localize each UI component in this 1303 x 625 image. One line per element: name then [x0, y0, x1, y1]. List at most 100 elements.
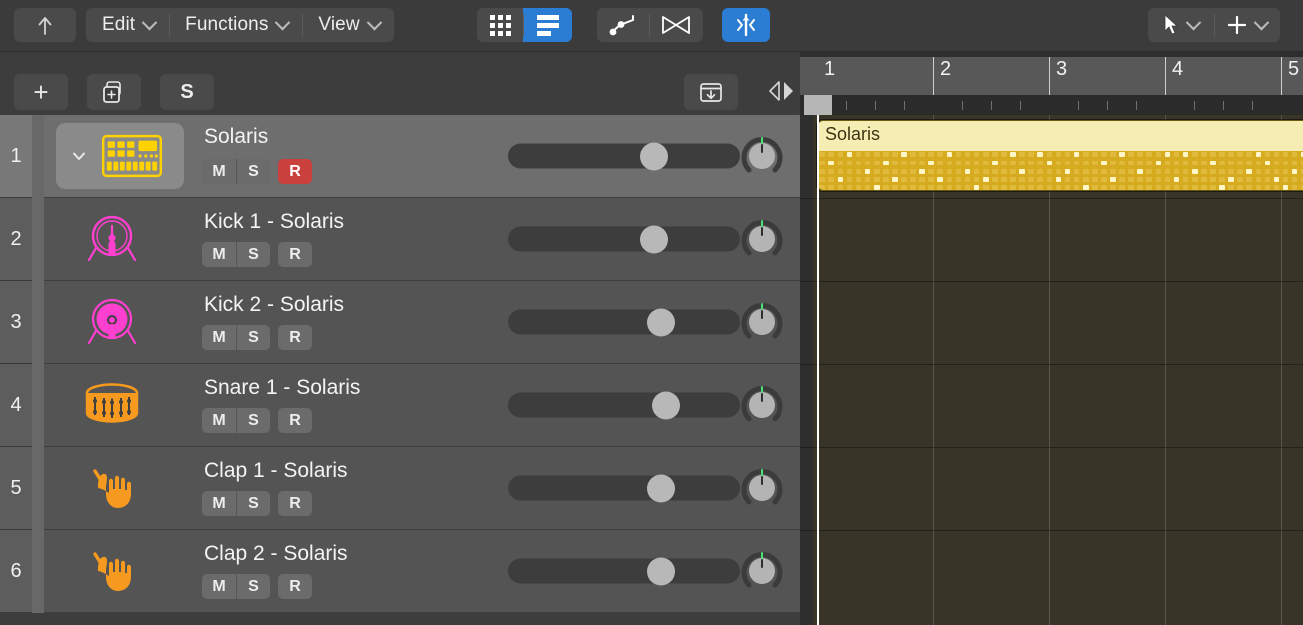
kick-drum-outline-icon[interactable]: [82, 212, 142, 266]
track-name[interactable]: Clap 2 - Solaris: [204, 542, 348, 566]
kick-drum-filled-icon[interactable]: [82, 295, 142, 349]
track-row[interactable]: 3 Kick 2 - Solaris M S R: [0, 281, 800, 364]
playhead[interactable]: [817, 115, 819, 625]
track-name[interactable]: Kick 2 - Solaris: [204, 293, 344, 317]
add-track-button[interactable]: +: [14, 74, 68, 110]
note-step-off: [992, 185, 998, 190]
volume-slider-thumb[interactable]: [647, 557, 676, 585]
note-step-off: [1119, 177, 1125, 182]
note-step-off: [1255, 185, 1262, 190]
timeline-ruler[interactable]: 1 2 3 4 5: [800, 52, 1303, 129]
track-row[interactable]: 5 Clap 1 - Solaris M S R: [0, 447, 800, 530]
automation-button[interactable]: [597, 8, 649, 42]
clap-hand-icon[interactable]: [82, 461, 142, 515]
track-name[interactable]: Kick 1 - Solaris: [204, 210, 344, 234]
record-enable-button[interactable]: R: [278, 408, 312, 433]
track-name[interactable]: Solaris: [204, 125, 268, 149]
mute-button[interactable]: M: [202, 491, 236, 516]
track-header[interactable]: Snare 1 - Solaris M S R: [44, 364, 800, 447]
mute-button[interactable]: M: [202, 159, 236, 184]
track-row[interactable]: 1 Solaris M S R: [0, 115, 800, 198]
record-enable-button[interactable]: R: [278, 159, 312, 184]
mute-button[interactable]: M: [202, 242, 236, 267]
pan-knob[interactable]: [740, 300, 784, 344]
track-name[interactable]: Snare 1 - Solaris: [204, 376, 360, 400]
hide-tracks-button[interactable]: [684, 74, 738, 110]
track-header[interactable]: Solaris M S R: [44, 115, 800, 198]
mute-solo-group: M S: [202, 242, 270, 267]
volume-slider-thumb[interactable]: [640, 142, 669, 170]
solo-button[interactable]: S: [236, 242, 270, 267]
drum-machine-icon[interactable]: [102, 129, 162, 183]
mute-button[interactable]: M: [202, 408, 236, 433]
note-step-on: [892, 177, 898, 182]
solo-button[interactable]: S: [236, 408, 270, 433]
track-header[interactable]: Clap 1 - Solaris M S R: [44, 447, 800, 530]
track-row[interactable]: 4 Snare 1 - Solaris M S R: [0, 364, 800, 447]
disclosure-chevron-down-icon[interactable]: [70, 147, 88, 165]
solo-button[interactable]: S: [236, 574, 270, 599]
region-name-label[interactable]: Solaris: [818, 121, 1303, 151]
volume-slider-thumb[interactable]: [647, 474, 676, 502]
volume-slider[interactable]: [508, 142, 740, 170]
record-enable-button[interactable]: R: [278, 242, 312, 267]
track-mute-solo-record-controls: M S R: [202, 159, 312, 184]
list-view-button[interactable]: [523, 8, 572, 42]
volume-slider-thumb[interactable]: [651, 391, 680, 419]
record-enable-button[interactable]: R: [278, 325, 312, 350]
mute-button[interactable]: M: [202, 574, 236, 599]
mute-button[interactable]: M: [202, 325, 236, 350]
note-step-off: [1228, 185, 1234, 190]
grid-view-button[interactable]: [477, 8, 523, 42]
duplicate-track-button[interactable]: [87, 74, 141, 110]
solo-button[interactable]: S: [236, 491, 270, 516]
ruler-bars-strip[interactable]: [800, 57, 1303, 95]
clap-hand-icon[interactable]: [82, 544, 142, 598]
track-header[interactable]: Kick 2 - Solaris M S R: [44, 281, 800, 364]
note-step-off: [855, 177, 862, 182]
midi-region[interactable]: Solaris: [817, 120, 1303, 191]
solo-all-button[interactable]: S: [160, 74, 214, 110]
record-enable-button[interactable]: R: [278, 574, 312, 599]
pointer-tool-button[interactable]: [1148, 8, 1214, 42]
ruler-bar-line: [933, 57, 934, 95]
solo-button[interactable]: S: [236, 325, 270, 350]
pan-knob[interactable]: [740, 134, 784, 178]
note-step-off: [1182, 177, 1189, 182]
menu-functions[interactable]: Functions: [169, 8, 302, 42]
note-step-off: [1137, 160, 1144, 166]
track-row[interactable]: 6 Clap 2 - Solaris M S R: [0, 530, 800, 613]
note-step-off: [1164, 160, 1171, 166]
volume-slider-thumb[interactable]: [647, 308, 676, 336]
snare-drum-icon[interactable]: [82, 378, 142, 432]
record-enable-button[interactable]: R: [278, 491, 312, 516]
arrange-area[interactable]: Solaris: [800, 115, 1303, 625]
volume-slider-thumb[interactable]: [640, 225, 669, 253]
pan-knob[interactable]: [740, 217, 784, 261]
track-header[interactable]: Kick 1 - Solaris M S R: [44, 198, 800, 281]
volume-slider[interactable]: [508, 225, 740, 253]
volume-slider[interactable]: [508, 474, 740, 502]
track-header[interactable]: Clap 2 - Solaris M S R: [44, 530, 800, 613]
volume-slider[interactable]: [508, 557, 740, 585]
track-row[interactable]: 2 Kick 1 - Solaris M S R: [0, 198, 800, 281]
pan-knob[interactable]: [740, 466, 784, 510]
note-step-off: [946, 177, 953, 182]
note-step-off: [1082, 160, 1089, 166]
marquee-tool-button[interactable]: [1214, 8, 1280, 42]
track-nav-arrows-button[interactable]: [765, 80, 799, 102]
note-step-off: [1282, 152, 1289, 158]
volume-slider[interactable]: [508, 308, 740, 336]
flex-button[interactable]: [649, 8, 703, 42]
note-step-off: [1055, 185, 1062, 190]
note-step-off: [837, 185, 844, 190]
solo-button[interactable]: S: [236, 159, 270, 184]
back-up-button[interactable]: [14, 8, 76, 42]
snap-button[interactable]: [722, 8, 770, 42]
volume-slider[interactable]: [508, 391, 740, 419]
menu-edit[interactable]: Edit: [86, 8, 169, 42]
track-name[interactable]: Clap 1 - Solaris: [204, 459, 348, 483]
menu-view[interactable]: View: [302, 8, 393, 42]
pan-knob[interactable]: [740, 383, 784, 427]
pan-knob[interactable]: [740, 549, 784, 593]
